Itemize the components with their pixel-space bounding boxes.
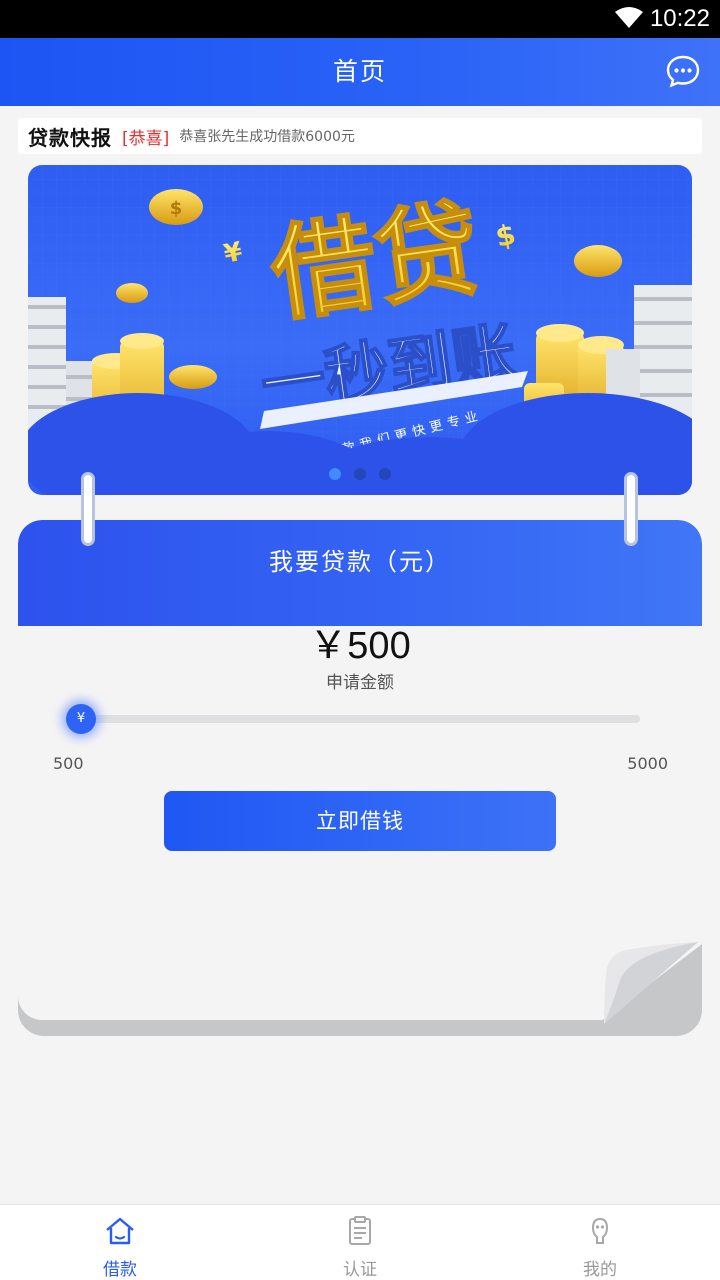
tab-profile-label: 我的 xyxy=(583,1260,617,1280)
banner-pagination xyxy=(28,465,692,484)
status-bar: 10:22 xyxy=(0,0,720,38)
svg-text:$: $ xyxy=(170,198,183,219)
banner-illustration: $ ¥ $ 借贷 一秒到账 小额贷款我们更快更专业 xyxy=(28,165,692,495)
wifi-icon xyxy=(615,7,643,28)
loan-amount: ￥500 xyxy=(309,625,411,667)
hanger-left xyxy=(81,472,95,546)
news-ticker[interactable]: 贷款快报 [恭喜] 恭喜张先生成功借款6000元 xyxy=(18,118,702,154)
tab-borrow-label: 借款 xyxy=(103,1260,137,1280)
home-icon xyxy=(106,1217,134,1245)
hanger-right xyxy=(624,472,638,546)
status-time: 10:22 xyxy=(649,5,710,32)
borrow-now-button[interactable]: 立即借钱 xyxy=(164,791,556,851)
carousel-dot[interactable] xyxy=(379,468,392,480)
slider-min-label: 500 xyxy=(53,754,84,773)
page-title: 首页 xyxy=(332,57,387,86)
ticker-label: 贷款快报 xyxy=(28,125,112,150)
loan-card-title: 我要贷款（元） xyxy=(269,548,451,576)
tab-verify-label: 认证 xyxy=(343,1260,377,1280)
carousel-dot[interactable] xyxy=(354,468,366,480)
amount-caption: 申请金额 xyxy=(326,673,394,693)
tab-verify[interactable]: 认证 xyxy=(240,1205,480,1280)
ticker-text: 恭喜张先生成功借款6000元 xyxy=(179,129,355,145)
slider-max-label: 5000 xyxy=(627,754,668,773)
ticker-tag: [恭喜] xyxy=(122,128,170,149)
page-curl-decoration xyxy=(600,942,702,1026)
profile-icon xyxy=(591,1217,609,1244)
loan-card-header: 我要贷款（元） xyxy=(18,520,702,626)
app-header: 首页 xyxy=(0,38,720,106)
tab-borrow[interactable]: 借款 xyxy=(0,1205,240,1280)
amount-slider-track[interactable] xyxy=(80,715,640,723)
chat-bubble-icon[interactable] xyxy=(666,54,700,88)
money-bag-icon[interactable]: ¥ xyxy=(66,704,96,734)
promo-banner[interactable]: $ ¥ $ 借贷 一秒到账 小额贷款我们更快更专业 xyxy=(28,165,692,495)
tab-profile[interactable]: 我的 xyxy=(480,1205,720,1280)
bottom-tab-bar: 借款 认证 我的 xyxy=(0,1204,720,1280)
document-icon xyxy=(349,1216,371,1245)
carousel-dot[interactable] xyxy=(328,468,341,480)
